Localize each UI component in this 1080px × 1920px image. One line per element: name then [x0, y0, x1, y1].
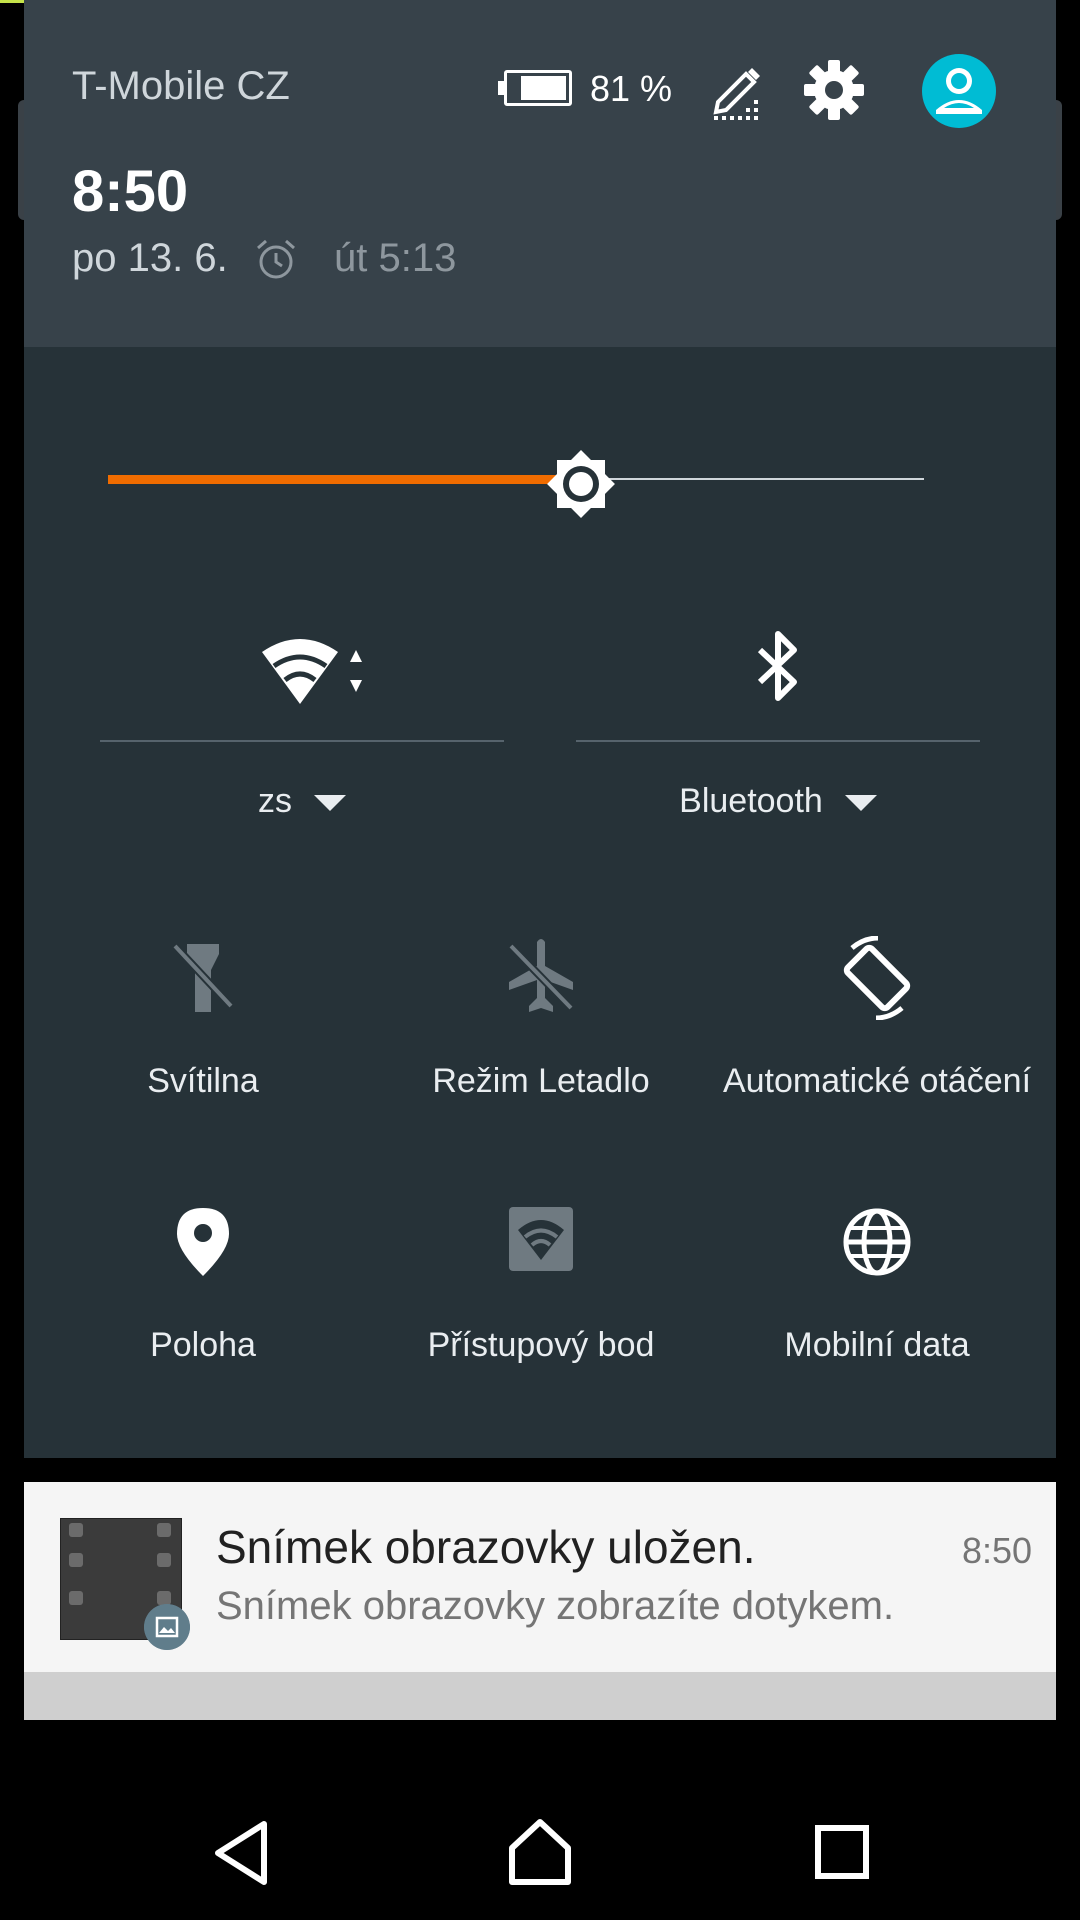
next-alarm[interactable]: út 5:13	[334, 236, 456, 281]
home-icon[interactable]	[506, 1818, 574, 1888]
tile-location[interactable]: Poloha	[34, 1206, 372, 1364]
notification-underlay	[24, 1672, 1056, 1720]
notification-title: Snímek obrazovky uložen.	[216, 1521, 756, 1573]
tile-flashlight[interactable]: Svítilna	[34, 936, 372, 1100]
battery-icon	[498, 70, 572, 106]
chevron-down-icon	[844, 795, 877, 812]
hotspot-icon	[509, 1207, 573, 1271]
wifi-icon	[262, 639, 362, 704]
image-icon	[144, 1604, 190, 1650]
recents-icon[interactable]	[812, 1818, 872, 1888]
user-avatar-icon[interactable]	[922, 54, 996, 128]
mobile-data-icon	[843, 1208, 911, 1276]
settings-icon[interactable]	[802, 58, 866, 122]
bluetooth-tile[interactable]: Bluetooth	[576, 628, 980, 858]
bluetooth-icon	[757, 631, 797, 701]
notification-time: 8:50	[962, 1530, 1033, 1571]
battery-percent: 81 %	[590, 68, 673, 109]
edit-icon[interactable]	[710, 62, 762, 120]
bluetooth-divider	[576, 740, 980, 742]
tile-airplane-mode-label: Režim Letadlo	[432, 1062, 650, 1100]
tile-airplane-mode[interactable]: Režim Letadlo	[372, 936, 710, 1100]
wifi-label: zs	[258, 782, 292, 820]
airplane-mode-off-icon	[508, 939, 574, 1012]
tile-location-label: Poloha	[150, 1326, 256, 1364]
chevron-down-icon	[314, 795, 346, 812]
clock-time[interactable]: 8:50	[72, 158, 188, 225]
date-label[interactable]: po 13. 6.	[72, 236, 228, 281]
alarm-icon	[257, 239, 295, 279]
wifi-divider	[100, 740, 504, 742]
brightness-fill	[108, 475, 581, 484]
notification-text: Snímek obrazovky zobrazíte dotykem.	[216, 1584, 895, 1628]
back-icon[interactable]	[210, 1818, 272, 1888]
tile-auto-rotate-label: Automatické otáčení	[722, 1062, 1032, 1100]
wifi-tile[interactable]: zs	[100, 628, 504, 858]
tile-hotspot[interactable]: Přístupový bod	[372, 1206, 710, 1364]
tile-auto-rotate[interactable]: Automatické otáčení	[708, 936, 1046, 1100]
carrier-label: T-Mobile CZ	[72, 64, 290, 108]
tile-flashlight-label: Svítilna	[147, 1062, 259, 1100]
brightness-thumb-icon[interactable]	[543, 446, 619, 522]
flashlight-off-icon	[172, 943, 234, 1012]
tile-mobile-data-label: Mobilní data	[784, 1326, 970, 1364]
status-header: T-Mobile CZ 81 % 8:50 po 13. 6. út 5:13	[24, 0, 1056, 347]
tile-mobile-data[interactable]: Mobilní data	[708, 1206, 1046, 1364]
location-icon	[177, 1208, 229, 1276]
auto-rotate-icon	[843, 936, 911, 1020]
bluetooth-label: Bluetooth	[679, 782, 823, 820]
tile-hotspot-label: Přístupový bod	[427, 1326, 655, 1364]
